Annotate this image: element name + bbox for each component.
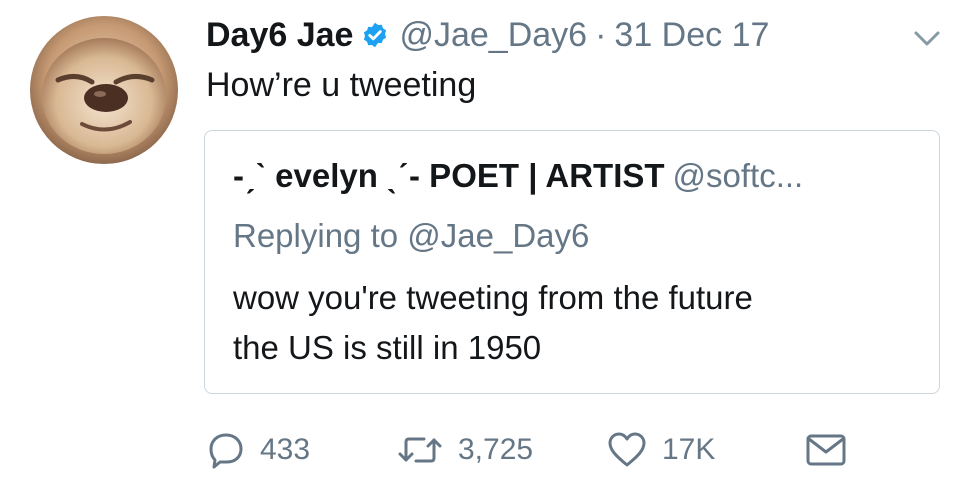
tweet-date[interactable]: 31 Dec 17 — [614, 16, 769, 55]
tweet-text: How’re u tweeting — [206, 66, 477, 104]
quoted-text: wow you're tweeting from the future the … — [233, 273, 753, 373]
quoted-replying-to: Replying to @Jae_Day6 — [233, 217, 590, 254]
author-name[interactable]: Day6 Jae — [206, 16, 353, 55]
reply-count: 433 — [260, 433, 311, 466]
author-handle[interactable]: @Jae_Day6 — [399, 16, 587, 55]
quoted-header: -ˏˋ evelyn ˎˊ- POET | ARTIST @softc... — [233, 157, 803, 195]
verified-badge-icon — [364, 22, 387, 48]
avatar-photo — [30, 16, 178, 164]
envelope-icon — [806, 434, 846, 466]
like-button[interactable]: 17K — [606, 428, 715, 472]
retweet-icon — [398, 437, 442, 463]
avatar[interactable] — [30, 16, 178, 164]
heart-icon — [608, 432, 646, 467]
quoted-text-line: the US is still in 1950 — [233, 329, 542, 366]
like-count: 17K — [662, 433, 716, 466]
tweet-actions: 433 3,725 17K — [206, 428, 906, 472]
quoted-author-handle: @softc... — [672, 157, 804, 194]
quoted-text-line: wow you're tweeting from the future — [233, 279, 753, 316]
direct-message-button[interactable] — [804, 428, 848, 472]
quoted-author-name: -ˏˋ evelyn ˎˊ- POET | ARTIST — [233, 157, 665, 194]
tweet: Day6 Jae @Jae_Day6 · 31 Dec 17 How’re u … — [0, 0, 960, 486]
separator: · — [595, 15, 607, 54]
retweet-button[interactable]: 3,725 — [396, 428, 533, 472]
quoted-tweet[interactable]: -ˏˋ evelyn ˎˊ- POET | ARTIST @softc... Re… — [204, 130, 940, 394]
chevron-down-icon[interactable] — [912, 28, 942, 50]
reply-icon — [209, 433, 243, 469]
tweet-header: Day6 Jae @Jae_Day6 · 31 Dec 17 — [206, 12, 769, 58]
reply-button[interactable]: 433 — [206, 428, 310, 472]
retweet-count: 3,725 — [458, 433, 534, 466]
